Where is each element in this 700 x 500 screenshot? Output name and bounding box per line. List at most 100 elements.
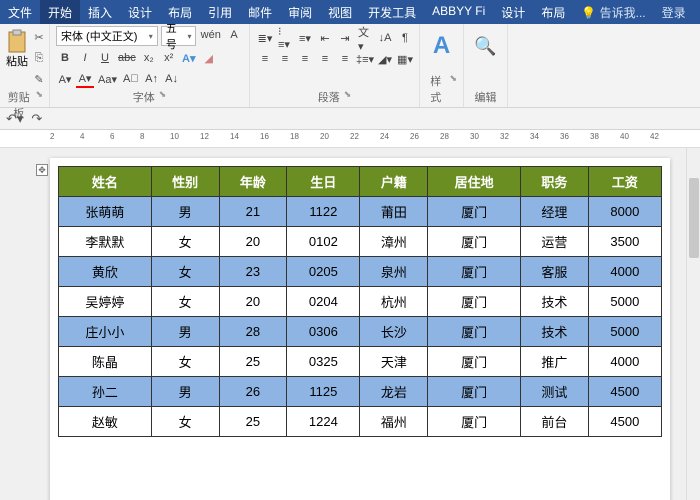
clear-format-button[interactable]: ◢ — [200, 49, 218, 67]
table-cell[interactable]: 推广 — [520, 347, 588, 377]
table-cell[interactable]: 福州 — [360, 407, 428, 437]
superscript-button[interactable]: x² — [160, 49, 178, 67]
table-cell[interactable]: 女 — [151, 407, 219, 437]
table-cell[interactable]: 男 — [151, 377, 219, 407]
table-cell[interactable]: 庄小小 — [59, 317, 152, 347]
table-row[interactable]: 张萌萌男211122莆田厦门经理8000 — [59, 197, 662, 227]
sort-button[interactable]: ↓A — [376, 29, 394, 47]
tab-设计[interactable]: 设计 — [120, 0, 160, 24]
tab-login[interactable]: 登录 — [654, 0, 694, 24]
cut-button[interactable]: ✂ — [30, 28, 48, 46]
char-border-button[interactable]: A — [225, 26, 243, 44]
table-cell[interactable]: 客服 — [520, 257, 588, 287]
table-row[interactable]: 李默默女200102漳州厦门运营3500 — [59, 227, 662, 257]
dialog-launcher-icon[interactable]: ⬊ — [449, 73, 457, 105]
table-header[interactable]: 职务 — [520, 167, 588, 197]
table-header[interactable]: 工资 — [588, 167, 661, 197]
redo-button[interactable]: ↷ — [31, 111, 42, 127]
numbering-button[interactable]: ⁝≡▾ — [276, 29, 294, 47]
table-move-handle[interactable]: ✥ — [36, 164, 48, 176]
table-cell[interactable]: 4500 — [588, 377, 661, 407]
table-cell[interactable]: 莆田 — [360, 197, 428, 227]
table-row[interactable]: 庄小小男280306长沙厦门技术5000 — [59, 317, 662, 347]
table-cell[interactable]: 5000 — [588, 317, 661, 347]
table-cell[interactable]: 0102 — [287, 227, 360, 257]
subscript-button[interactable]: x₂ — [140, 49, 158, 67]
table-cell[interactable]: 测试 — [520, 377, 588, 407]
bullets-button[interactable]: ≣▾ — [256, 29, 274, 47]
table-cell[interactable]: 吴婷婷 — [59, 287, 152, 317]
paste-button[interactable]: 粘贴 — [6, 26, 28, 72]
table-cell[interactable]: 黄欣 — [59, 257, 152, 287]
tab-布局[interactable]: 布局 — [533, 0, 573, 24]
tab-引用[interactable]: 引用 — [200, 0, 240, 24]
tab-邮件[interactable]: 邮件 — [240, 0, 280, 24]
table-cell[interactable]: 21 — [219, 197, 287, 227]
strike-button[interactable]: abc — [116, 49, 138, 67]
table-cell[interactable]: 厦门 — [428, 347, 521, 377]
decrease-indent-button[interactable]: ⇤ — [316, 29, 334, 47]
font-color-button[interactable]: A▾ — [76, 70, 94, 88]
bold-button[interactable]: B — [56, 49, 74, 67]
align-left-button[interactable]: ≡ — [256, 50, 274, 68]
table-cell[interactable]: 20 — [219, 287, 287, 317]
table-header[interactable]: 年龄 — [219, 167, 287, 197]
find-button[interactable]: 🔍 — [471, 26, 501, 66]
table-cell[interactable]: 4000 — [588, 257, 661, 287]
vertical-scrollbar[interactable] — [686, 148, 700, 500]
table-cell[interactable]: 技术 — [520, 317, 588, 347]
asian-layout-button[interactable]: 文▾ — [356, 29, 374, 47]
table-cell[interactable]: 龙岩 — [360, 377, 428, 407]
table-cell[interactable]: 23 — [219, 257, 287, 287]
phonetic-guide-button[interactable]: wén — [199, 26, 222, 44]
dialog-launcher-icon[interactable]: ⬊ — [159, 89, 167, 105]
copy-button[interactable]: ⎘ — [30, 49, 48, 67]
table-cell[interactable]: 25 — [219, 347, 287, 377]
table-cell[interactable]: 泉州 — [360, 257, 428, 287]
table-cell[interactable]: 赵敏 — [59, 407, 152, 437]
table-cell[interactable]: 厦门 — [428, 227, 521, 257]
table-cell[interactable]: 28 — [219, 317, 287, 347]
tab-插入[interactable]: 插入 — [80, 0, 120, 24]
table-header[interactable]: 户籍 — [360, 167, 428, 197]
tab-开发工具[interactable]: 开发工具 — [360, 0, 424, 24]
dialog-launcher-icon[interactable]: ⬊ — [344, 89, 352, 105]
italic-button[interactable]: I — [76, 49, 94, 67]
table-cell[interactable]: 女 — [151, 227, 219, 257]
table-cell[interactable]: 运营 — [520, 227, 588, 257]
table-cell[interactable]: 孙二 — [59, 377, 152, 407]
table-cell[interactable]: 0204 — [287, 287, 360, 317]
table-cell[interactable]: 天津 — [360, 347, 428, 377]
font-size-combo[interactable]: 五号▾ — [161, 26, 197, 46]
table-cell[interactable]: 20 — [219, 227, 287, 257]
underline-button[interactable]: U — [96, 49, 114, 67]
data-table[interactable]: 姓名性别年龄生日户籍居住地职务工资 张萌萌男211122莆田厦门经理8000李默… — [58, 166, 662, 437]
align-center-button[interactable]: ≡ — [276, 50, 294, 68]
table-cell[interactable]: 厦门 — [428, 257, 521, 287]
table-header[interactable]: 姓名 — [59, 167, 152, 197]
line-spacing-button[interactable]: ‡≡▾ — [356, 50, 374, 68]
table-cell[interactable]: 张萌萌 — [59, 197, 152, 227]
align-right-button[interactable]: ≡ — [296, 50, 314, 68]
text-effects-button[interactable]: A▾ — [180, 49, 198, 67]
table-cell[interactable]: 李默默 — [59, 227, 152, 257]
table-cell[interactable]: 漳州 — [360, 227, 428, 257]
table-cell[interactable]: 厦门 — [428, 287, 521, 317]
table-row[interactable]: 孙二男261125龙岩厦门测试4500 — [59, 377, 662, 407]
table-cell[interactable]: 1122 — [287, 197, 360, 227]
distribute-button[interactable]: ≡ — [336, 50, 354, 68]
table-cell[interactable]: 男 — [151, 317, 219, 347]
borders-button[interactable]: ▦▾ — [396, 50, 414, 68]
tab-文件[interactable]: 文件 — [0, 0, 40, 24]
table-cell[interactable]: 4000 — [588, 347, 661, 377]
increase-indent-button[interactable]: ⇥ — [336, 29, 354, 47]
justify-button[interactable]: ≡ — [316, 50, 334, 68]
table-row[interactable]: 陈晶女250325天津厦门推广4000 — [59, 347, 662, 377]
table-cell[interactable]: 经理 — [520, 197, 588, 227]
table-cell[interactable]: 25 — [219, 407, 287, 437]
tab-share[interactable]: 👥 共享 — [694, 0, 700, 24]
table-header[interactable]: 性别 — [151, 167, 219, 197]
table-cell[interactable]: 长沙 — [360, 317, 428, 347]
undo-button[interactable]: ↶▾ — [6, 111, 23, 127]
table-cell[interactable]: 女 — [151, 347, 219, 377]
